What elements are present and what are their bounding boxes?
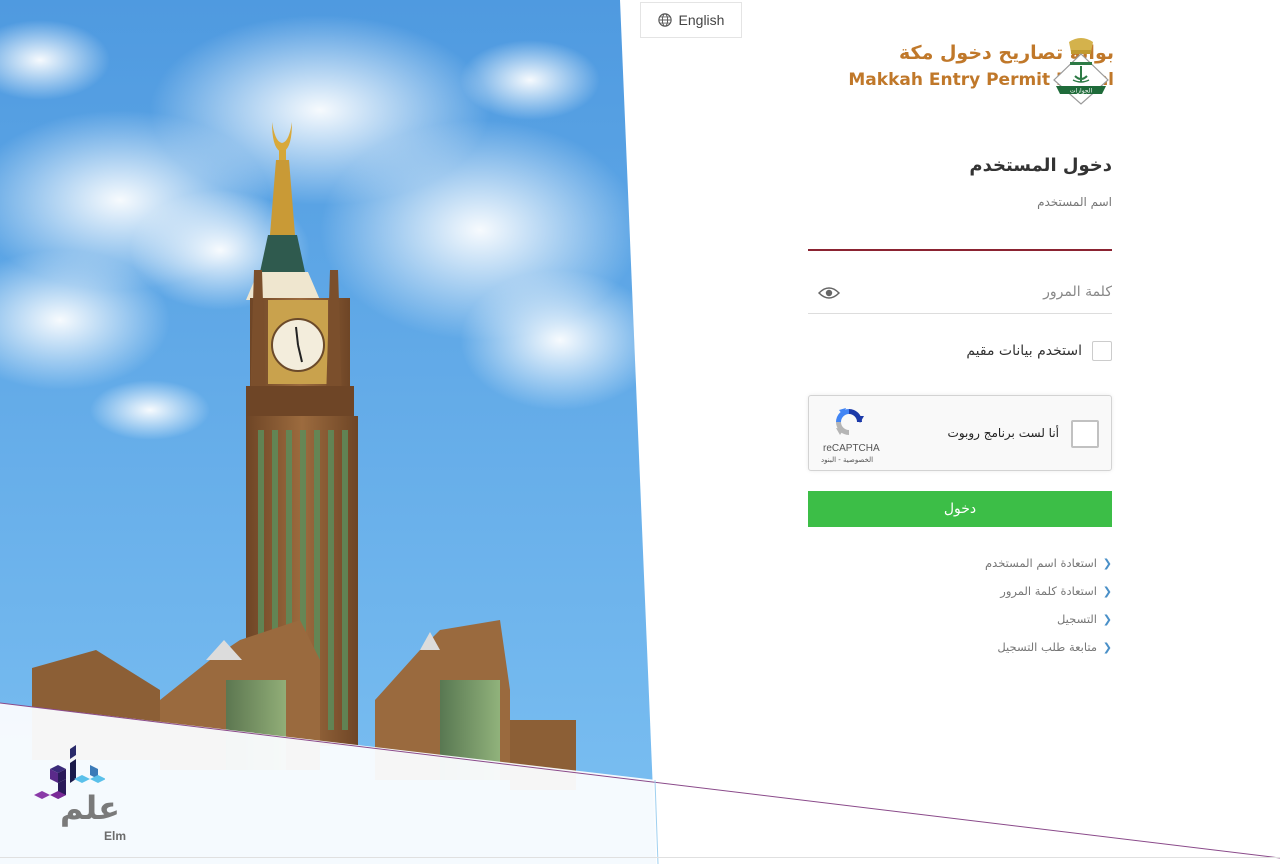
link-item: ❮ استعادة كلمة المرور — [808, 577, 1112, 605]
eye-icon[interactable] — [818, 286, 840, 300]
recaptcha-brand: reCAPTCHA — [823, 443, 880, 454]
elm-logo-arabic: علم — [60, 789, 121, 827]
username-label: اسم المستخدم — [1037, 195, 1112, 209]
login-title: دخول المستخدم — [969, 155, 1112, 176]
password-input[interactable] — [808, 271, 1112, 313]
recover-password-link[interactable]: استعادة كلمة المرور — [1000, 584, 1097, 598]
link-item: ❮ متابعة طلب التسجيل — [808, 633, 1112, 661]
account-links: ❮ استعادة اسم المستخدم ❮ استعادة كلمة ال… — [808, 549, 1112, 661]
resident-option: استخدم بيانات مقيم — [808, 340, 1112, 362]
recover-username-link[interactable]: استعادة اسم المستخدم — [985, 556, 1097, 570]
recaptcha-label: أنا لست برنامج روبوت — [947, 426, 1059, 440]
login-form: دخول المستخدم اسم المستخدم استخدم بيانات… — [808, 150, 1112, 661]
register-link[interactable]: التسجيل — [1057, 612, 1097, 626]
elm-logo: علم Elm — [30, 745, 140, 850]
hero-image — [0, 0, 656, 864]
login-button[interactable]: دخول — [808, 491, 1112, 527]
elm-logo-english: Elm — [104, 829, 127, 843]
username-input[interactable] — [808, 215, 1112, 251]
recaptcha-checkbox[interactable] — [1071, 420, 1099, 448]
bottom-divider — [0, 857, 1280, 858]
jawazat-emblem-icon: الجوازات — [1053, 38, 1109, 105]
svg-text:الجوازات: الجوازات — [1070, 88, 1093, 95]
track-registration-link[interactable]: متابعة طلب التسجيل — [997, 640, 1097, 654]
globe-icon — [657, 13, 672, 27]
chevron-left-icon: ❮ — [1102, 612, 1112, 626]
link-item: ❮ استعادة اسم المستخدم — [808, 549, 1112, 577]
password-field — [808, 271, 1112, 314]
chevron-left-icon: ❮ — [1102, 556, 1112, 570]
recaptcha-widget: أنا لست برنامج روبوت reCAPTCHA الخصوصية … — [808, 395, 1112, 471]
chevron-left-icon: ❮ — [1102, 640, 1112, 654]
resident-checkbox-label[interactable]: استخدم بيانات مقيم — [966, 343, 1082, 359]
clock-tower-illustration — [0, 0, 656, 864]
link-item: ❮ التسجيل — [808, 605, 1112, 633]
recaptcha-logo-icon — [836, 408, 864, 435]
language-label: English — [678, 12, 725, 28]
language-toggle-button[interactable]: English — [640, 2, 742, 38]
recaptcha-terms-links[interactable]: الخصوصية - البنود — [821, 456, 873, 464]
chevron-left-icon: ❮ — [1102, 584, 1112, 598]
resident-checkbox[interactable] — [1092, 341, 1112, 361]
